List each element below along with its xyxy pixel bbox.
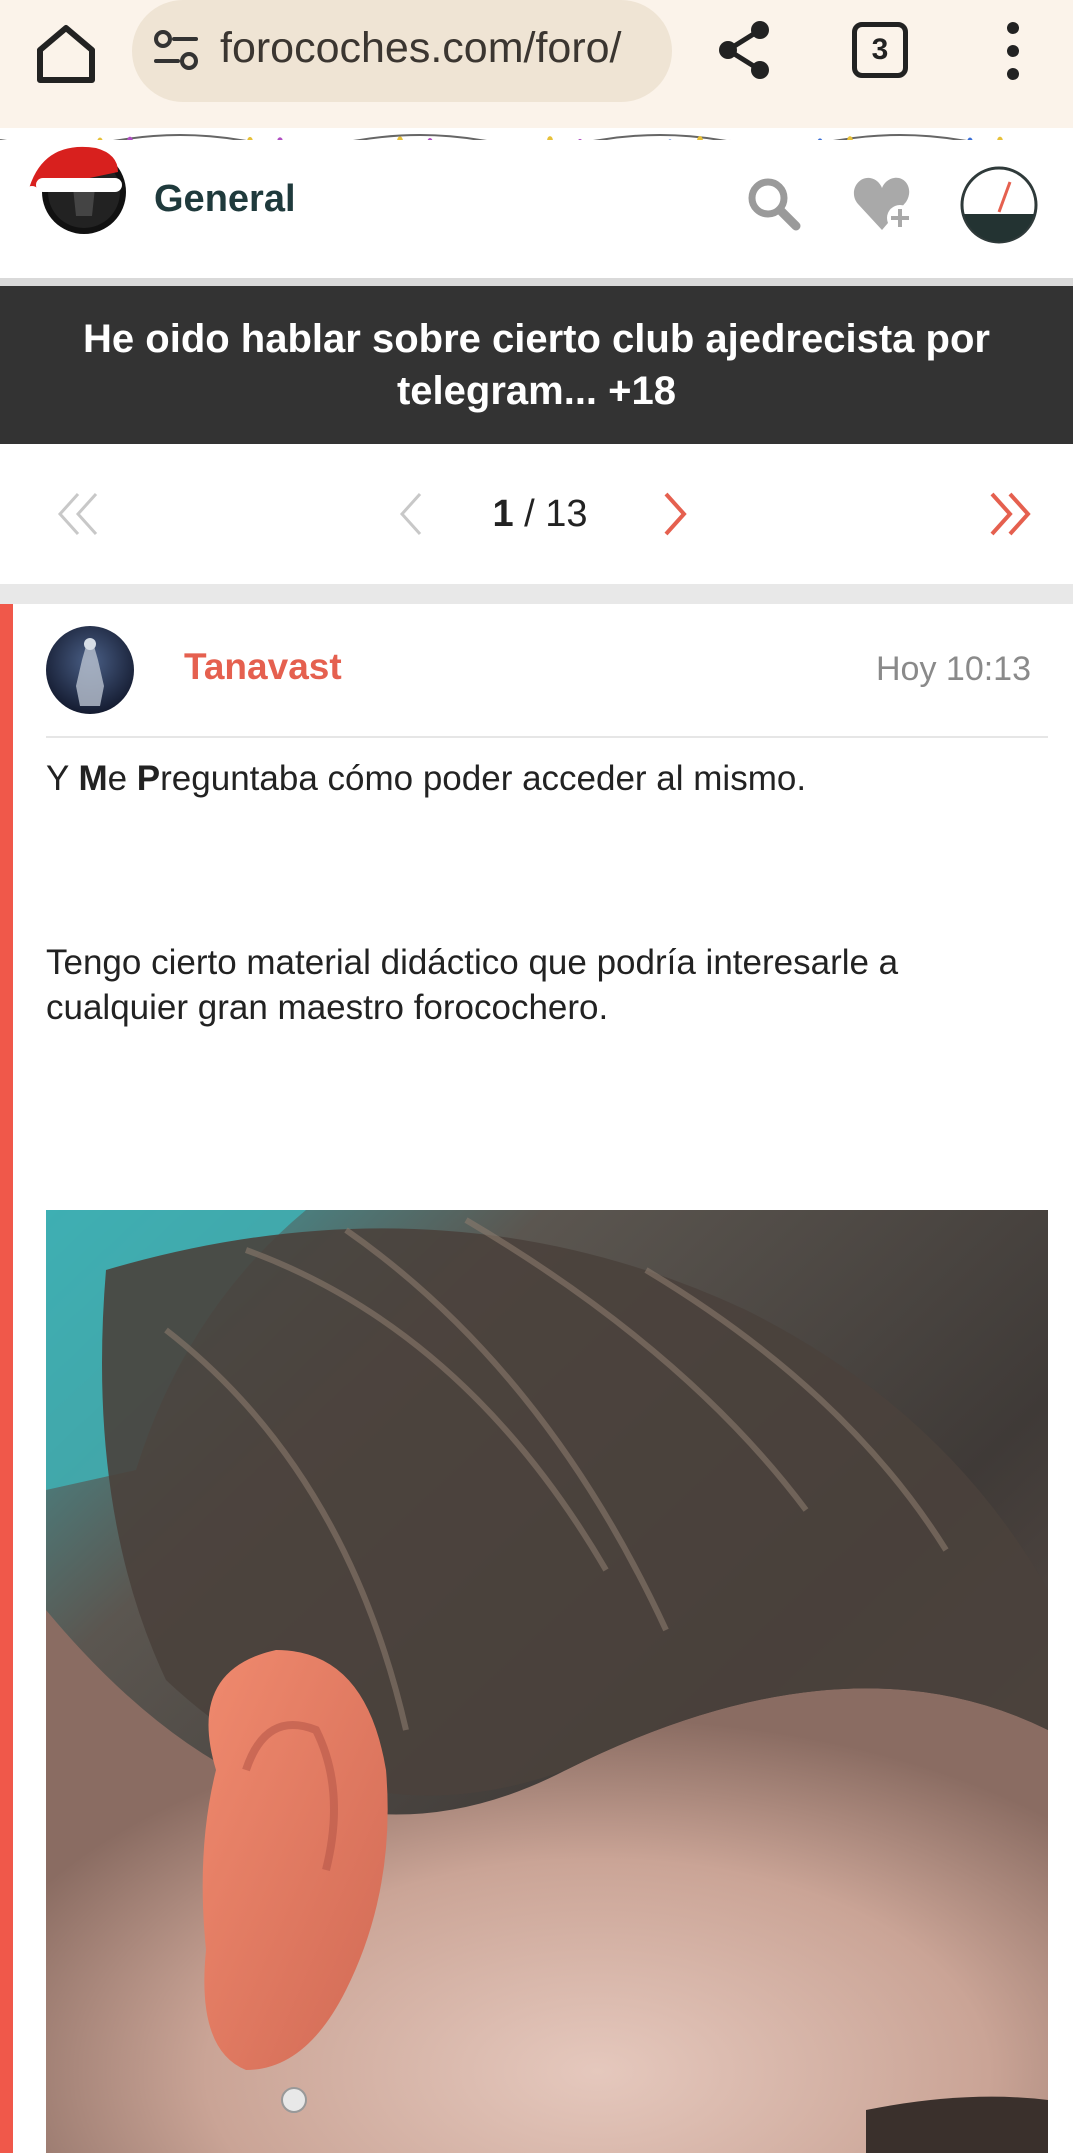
chevron-right-icon[interactable] <box>656 488 692 540</box>
address-bar[interactable]: forocoches.com/foro/ <box>132 0 672 102</box>
tab-switcher-button[interactable]: 3 <box>852 22 908 78</box>
current-page: 1 <box>492 493 514 535</box>
share-icon[interactable] <box>714 18 776 82</box>
home-icon[interactable] <box>30 18 102 90</box>
post: Tanavast Hoy 10:13 Y Me Preguntaba cómo … <box>0 604 1073 2153</box>
post-username[interactable]: Tanavast <box>184 646 342 688</box>
search-icon[interactable] <box>746 176 802 232</box>
bold-text-run: M <box>78 759 108 798</box>
thread-title-bar: He oido hablar sobre cierto club ajedrec… <box>0 286 1073 444</box>
url-text[interactable]: forocoches.com/foro/ <box>220 24 622 73</box>
text-run: Y <box>46 759 79 798</box>
post-image[interactable] <box>46 1210 1048 2153</box>
bold-text-run: P <box>136 759 161 798</box>
site-header: General <box>0 140 1073 280</box>
tune-icon[interactable] <box>152 28 200 74</box>
chevron-left-icon[interactable] <box>394 488 430 540</box>
post-header-divider <box>46 736 1048 738</box>
forum-name[interactable]: General <box>154 178 296 221</box>
double-chevron-right-icon[interactable] <box>980 488 1036 540</box>
total-pages: 13 <box>545 493 588 535</box>
header-divider <box>0 278 1073 286</box>
pagination: 1 / 13 <box>0 444 1073 584</box>
post-paragraph-2: Tengo cierto material didáctico que podr… <box>46 943 899 1027</box>
pagination-divider <box>0 584 1073 604</box>
user-avatar[interactable] <box>46 626 134 714</box>
text-run: reguntaba cómo poder acceder al mismo. <box>160 759 807 798</box>
post-timestamp: Hoy 10:13 <box>876 650 1031 688</box>
post-paragraph-1: Y Me Preguntaba cómo poder acceder al mi… <box>46 756 1048 801</box>
post-accent-bar <box>0 604 13 2153</box>
page-separator: / <box>513 493 546 535</box>
page-counter: 1 / 13 <box>470 488 610 540</box>
text-run: e <box>107 759 137 798</box>
speedometer-icon[interactable] <box>960 166 1038 244</box>
more-vert-icon[interactable] <box>996 18 1030 84</box>
browser-toolbar: forocoches.com/foro/ 3 <box>0 0 1073 128</box>
double-chevron-left-icon[interactable] <box>52 488 108 540</box>
heart-plus-icon[interactable] <box>852 174 918 234</box>
thread-title: He oido hablar sobre cierto club ajedrec… <box>83 317 990 413</box>
forum-logo[interactable] <box>22 130 132 250</box>
